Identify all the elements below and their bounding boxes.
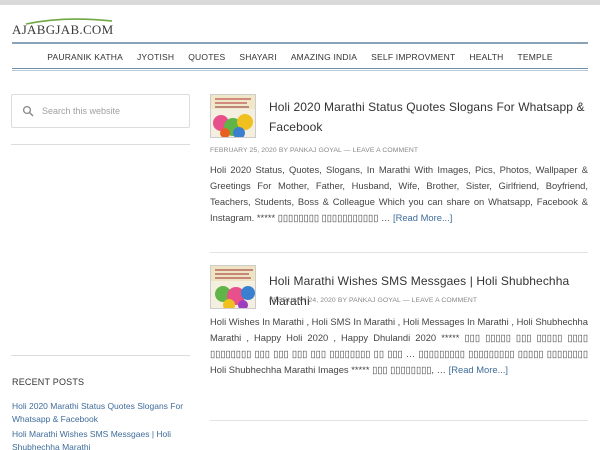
post-excerpt: Holi 2020 Status, Quotes, Slogans, In Ma… [210,162,588,226]
post-author-link[interactable]: PANKAJ GOYAL [349,297,401,304]
nav-item-shayari[interactable]: SHAYARI [232,52,283,62]
browser-top-strip [0,0,600,5]
post-date: FEBRUARY 24, 2020 [269,297,336,304]
recent-post-link[interactable]: Holi Marathi Wishes SMS Messgaes | Holi … [12,428,192,450]
recent-post-link[interactable]: Holi 2020 Marathi Status Quotes Slogans … [12,400,192,425]
post-excerpt-text: Holi Wishes In Marathi , Holi SMS In Mar… [210,316,588,375]
post-thumbnail[interactable] [210,94,256,138]
post-thumbnail[interactable] [210,265,256,309]
post-meta: FEBRUARY 25, 2020 BY PANKAJ GOYAL — LEAV… [210,147,418,154]
logo-text: AJABGJAB.COM [12,22,114,37]
post-date: FEBRUARY 25, 2020 [210,147,277,154]
read-more-link[interactable]: [Read More...] [449,364,508,375]
post-divider [210,420,588,421]
meta-separator: — [343,147,351,154]
leave-comment-link[interactable]: LEAVE A COMMENT [412,297,478,304]
search-input[interactable] [42,106,182,116]
nav-item-quotes[interactable]: QUOTES [181,52,232,62]
site-logo[interactable]: AJABGJAB.COM [12,18,122,44]
header-rule-bottom-2 [12,70,588,71]
holi-image-icon [211,266,255,308]
post-divider [210,252,588,253]
sidebar-divider-bottom [11,355,190,356]
post-meta: FEBRUARY 24, 2020 BY PANKAJ GOYAL — LEAV… [269,297,477,304]
search-icon[interactable] [22,105,34,117]
header-rule-bottom-1 [12,68,588,69]
nav-item-temple[interactable]: TEMPLE [511,52,560,62]
nav-item-jyotish[interactable]: JYOTISH [130,52,181,62]
main-nav: PAURANIK KATHA JYOTISH QUOTES SHAYARI AM… [12,47,588,67]
nav-item-amazing-india[interactable]: AMAZING INDIA [284,52,364,62]
leave-comment-link[interactable]: LEAVE A COMMENT [353,147,419,154]
post-entry: Holi Marathi Wishes SMS Messgaes | Holi … [210,265,588,405]
read-more-link[interactable]: [Read More...] [393,212,452,223]
nav-item-health[interactable]: HEALTH [462,52,510,62]
post-title-link[interactable]: Holi 2020 Marathi Status Quotes Slogans … [269,98,587,137]
post-title-link[interactable]: Holi Marathi Wishes SMS Messgaes | Holi … [269,272,587,311]
recent-posts-heading: RECENT POSTS [12,377,85,387]
post-author-link[interactable]: PANKAJ GOYAL [290,147,342,154]
recent-posts-list: Holi 2020 Marathi Status Quotes Slogans … [12,400,192,450]
sidebar-divider-top [11,144,190,145]
post-excerpt: Holi Wishes In Marathi , Holi SMS In Mar… [210,314,588,378]
nav-item-pauranik-katha[interactable]: PAURANIK KATHA [40,52,130,62]
post-by: BY [337,297,347,304]
search-box [11,94,190,128]
post-entry: Holi 2020 Marathi Status Quotes Slogans … [210,94,588,234]
meta-separator: — [402,297,410,304]
header-rule-top [12,42,588,44]
post-by: BY [278,147,288,154]
nav-item-self-improvment[interactable]: SELF IMPROVMENT [364,52,462,62]
holi-image-icon [211,95,255,137]
